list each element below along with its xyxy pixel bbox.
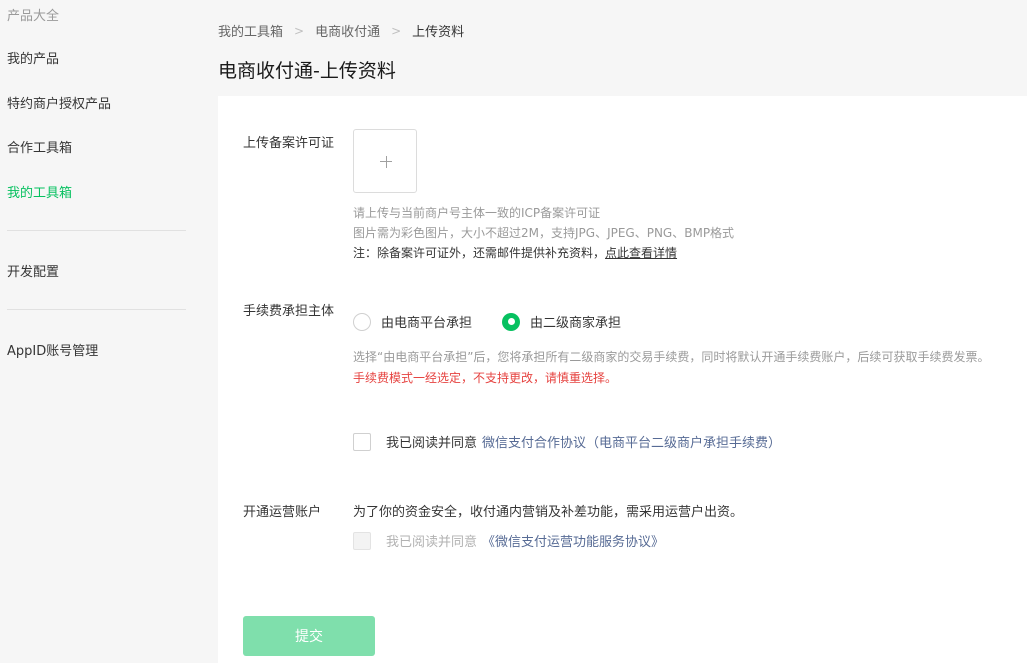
sidebar: 产品大全 我的产品 特约商户授权产品 合作工具箱 我的工具箱 开发配置 AppI… bbox=[0, 0, 200, 663]
upload-license-button[interactable] bbox=[353, 129, 417, 193]
form-panel: 上传备案许可证 请上传与当前商户号主体一致的ICP备案许可证 图片需为彩色图片，… bbox=[218, 96, 1027, 663]
radio-button-selected[interactable] bbox=[502, 312, 520, 331]
sidebar-item-partner-toolbox[interactable]: 合作工具箱 bbox=[7, 137, 72, 156]
upload-note: 注：除备案许可证外，还需邮件提供补充资料，点此查看详情 bbox=[353, 244, 677, 261]
upload-hint-requirement: 请上传与当前商户号主体一致的ICP备案许可证 bbox=[353, 206, 601, 220]
sidebar-item-dev-config[interactable]: 开发配置 bbox=[7, 261, 59, 280]
fee-option-platform-label: 由电商平台承担 bbox=[381, 316, 473, 331]
ops-account-label: 开通运营账户 bbox=[243, 505, 322, 520]
upload-details-link[interactable]: 点此查看详情 bbox=[605, 246, 677, 260]
upload-license-label: 上传备案许可证 bbox=[243, 136, 335, 151]
sidebar-divider bbox=[7, 309, 186, 310]
sidebar-divider bbox=[7, 230, 186, 231]
breadcrumb: 我的工具箱 > 电商收付通 > 上传资料 bbox=[218, 21, 465, 41]
sidebar-item-special-merchant[interactable]: 特约商户授权产品 bbox=[7, 93, 111, 112]
ops-agreement-checkbox[interactable] bbox=[353, 531, 371, 550]
sidebar-item-my-toolbox[interactable]: 我的工具箱 bbox=[7, 182, 72, 201]
page-title: 电商收付通-上传资料 bbox=[218, 60, 396, 82]
cooperation-agreement-row: 我已阅读并同意 微信支付合作协议（电商平台二级商户承担手续费） bbox=[353, 432, 781, 451]
breadcrumb-item-ecommerce[interactable]: 电商收付通 bbox=[315, 21, 380, 40]
breadcrumb-item-my-toolbox[interactable]: 我的工具箱 bbox=[218, 21, 283, 40]
fee-option-platform[interactable]: 由电商平台承担 bbox=[353, 312, 472, 331]
ops-agreement-link[interactable]: 《微信支付运营功能服务协议》 bbox=[482, 531, 664, 550]
fee-hint: 选择“由电商平台承担”后，您将承担所有二级商家的交易手续费，同时将默认开通手续费… bbox=[353, 350, 990, 364]
sidebar-item-my-products[interactable]: 我的产品 bbox=[7, 48, 59, 67]
cooperation-agreement-link[interactable]: 微信支付合作协议（电商平台二级商户承担手续费） bbox=[482, 432, 781, 451]
chevron-right-icon: > bbox=[391, 23, 402, 38]
sidebar-item-appid-management[interactable]: AppID账号管理 bbox=[7, 340, 98, 359]
agreement-prefix: 我已阅读并同意 bbox=[386, 535, 478, 550]
fee-option-merchant[interactable]: 由二级商家承担 bbox=[502, 312, 621, 331]
radio-button[interactable] bbox=[353, 312, 371, 331]
fee-option-merchant-label: 由二级商家承担 bbox=[530, 316, 622, 331]
fee-bearer-label: 手续费承担主体 bbox=[243, 304, 335, 319]
sidebar-header-products: 产品大全 bbox=[7, 9, 60, 24]
plus-icon bbox=[385, 156, 387, 168]
chevron-right-icon: > bbox=[294, 23, 305, 38]
cooperation-agreement-checkbox[interactable] bbox=[353, 432, 371, 451]
upload-hint-format: 图片需为彩色图片，大小不超过2M，支持JPG、JPEG、PNG、BMP格式 bbox=[353, 226, 735, 240]
ops-account-description: 为了你的资金安全，收付通内营销及补差功能，需采用运营户出资。 bbox=[353, 505, 744, 520]
ops-agreement-row: 我已阅读并同意 《微信支付运营功能服务协议》 bbox=[353, 531, 664, 550]
agreement-prefix: 我已阅读并同意 bbox=[386, 436, 478, 451]
breadcrumb-item-current: 上传资料 bbox=[412, 25, 465, 40]
fee-warning: 手续费模式一经选定，不支持更改，请慎重选择。 bbox=[353, 371, 618, 385]
submit-button[interactable]: 提交 bbox=[243, 616, 375, 656]
upload-note-text: 注：除备案许可证外，还需邮件提供补充资料， bbox=[353, 246, 606, 260]
